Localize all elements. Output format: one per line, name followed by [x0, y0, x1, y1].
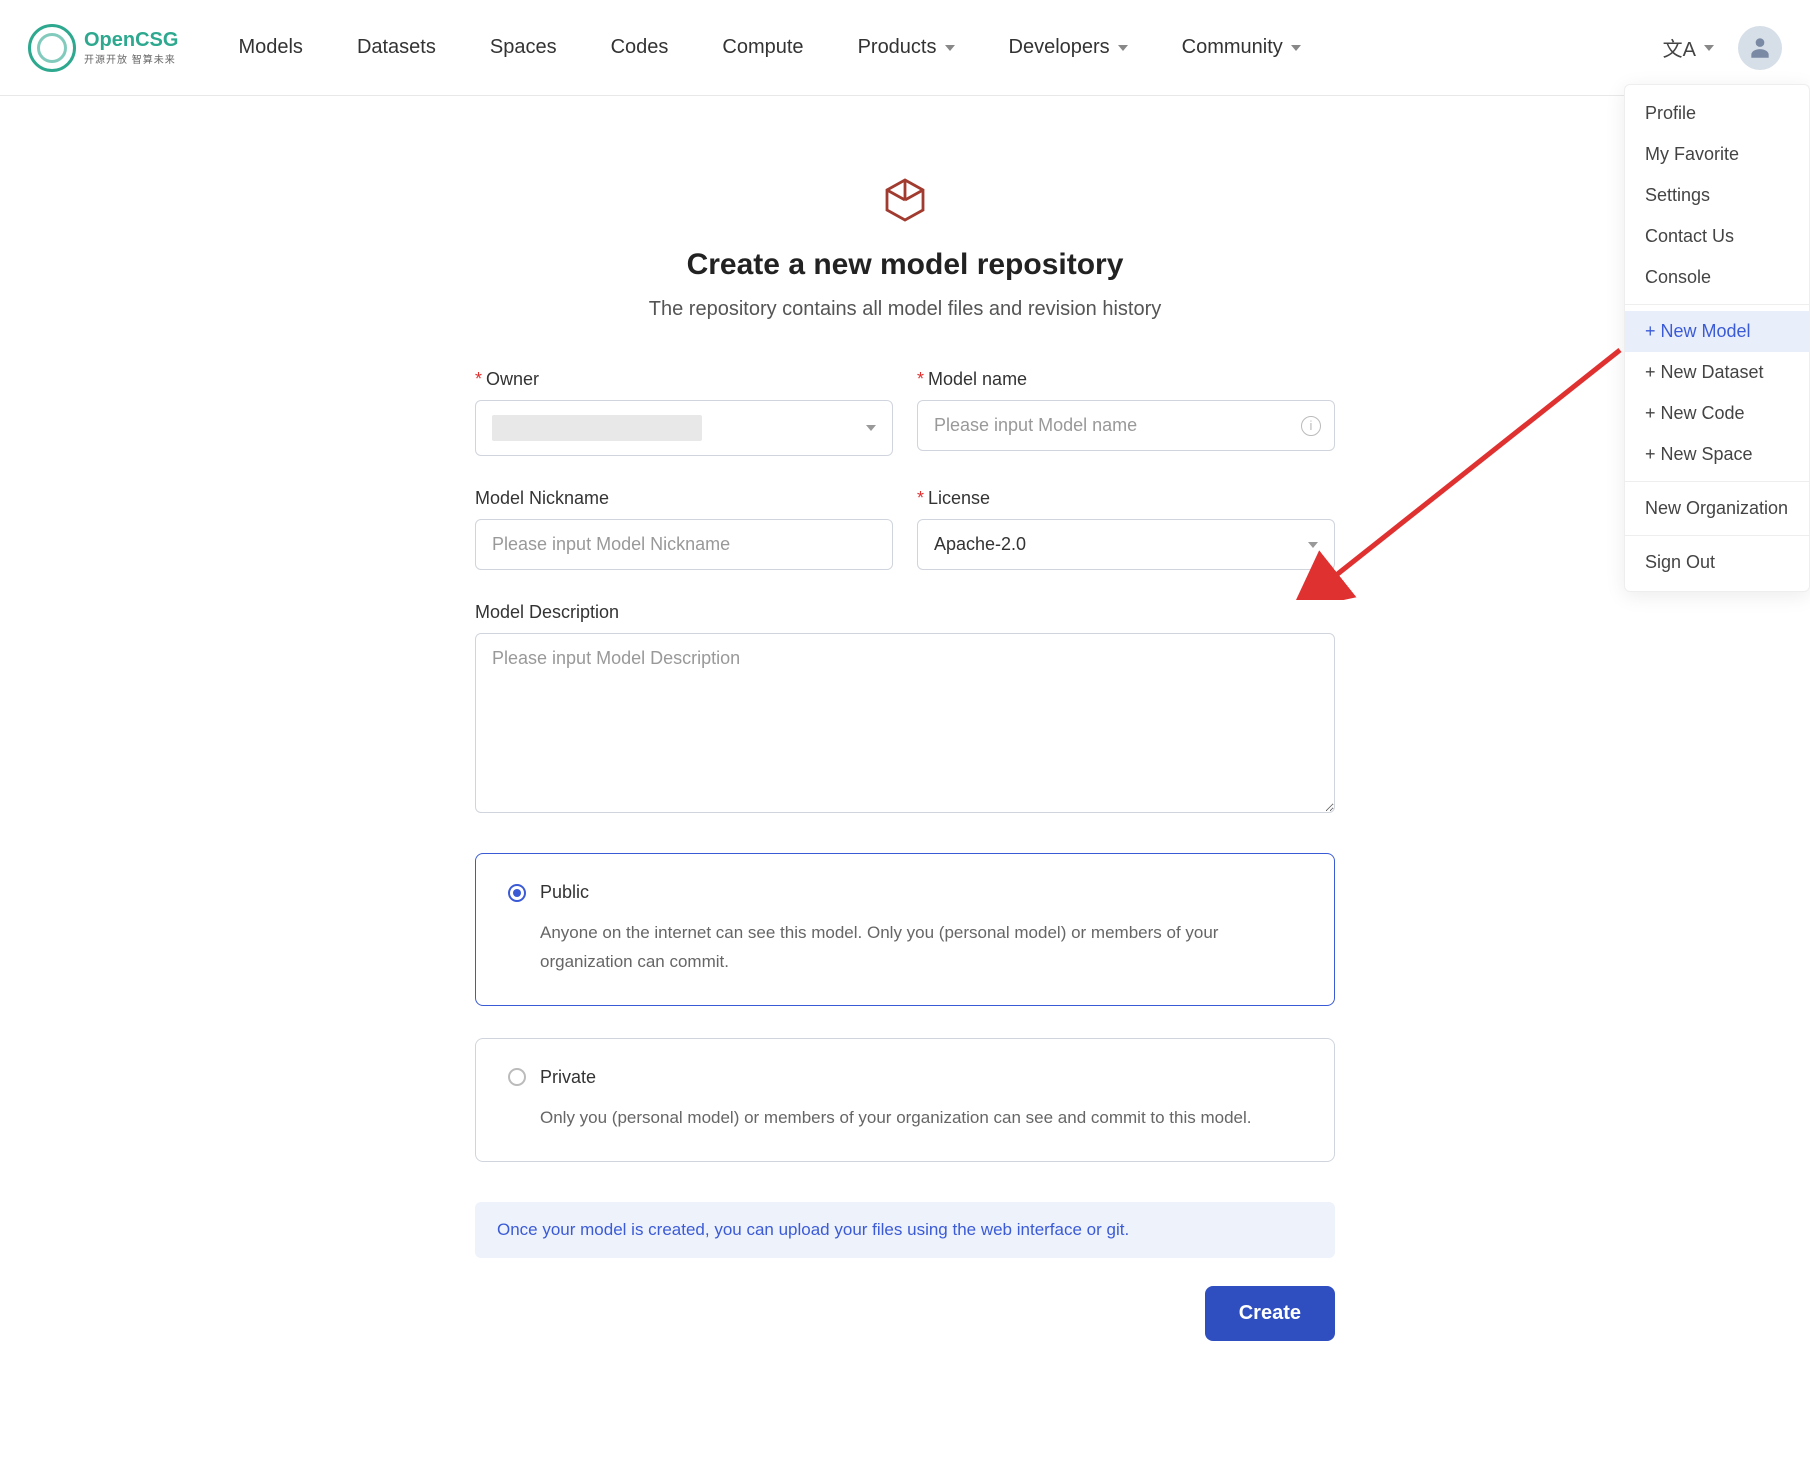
- description-input[interactable]: [475, 633, 1335, 813]
- nav-compute[interactable]: Compute: [722, 36, 803, 59]
- translate-icon: 文A: [1663, 33, 1696, 62]
- public-title: Public: [540, 882, 589, 903]
- chevron-down-icon: [1118, 45, 1128, 51]
- annotation-arrow: [1290, 340, 1630, 600]
- info-icon[interactable]: i: [1301, 416, 1321, 436]
- create-button[interactable]: Create: [1205, 1286, 1335, 1341]
- logo[interactable]: OpenCSG 开源开放 智算未来: [28, 24, 178, 72]
- model-name-input[interactable]: [917, 400, 1335, 451]
- avatar[interactable]: [1738, 26, 1782, 70]
- model-name-label: Model name: [928, 369, 1027, 389]
- public-desc: Anyone on the internet can see this mode…: [540, 919, 1302, 977]
- chevron-down-icon: [945, 45, 955, 51]
- brand-name: OpenCSG: [84, 29, 178, 51]
- dd-settings[interactable]: Settings: [1625, 175, 1809, 216]
- top-nav: Models Datasets Spaces Codes Compute Pro…: [238, 36, 1662, 59]
- header: OpenCSG 开源开放 智算未来 Models Datasets Spaces…: [0, 0, 1810, 96]
- page-subtitle: The repository contains all model files …: [475, 298, 1335, 321]
- owner-label: Owner: [486, 369, 539, 389]
- dd-sign-out[interactable]: Sign Out: [1625, 542, 1809, 583]
- license-field: *License Apache-2.0: [917, 488, 1335, 570]
- dd-profile[interactable]: Profile: [1625, 93, 1809, 134]
- dd-new-model[interactable]: + New Model: [1625, 311, 1809, 352]
- chevron-down-icon: [1308, 542, 1318, 548]
- chevron-down-icon: [1704, 45, 1714, 51]
- upload-notice: Once your model is created, you can uplo…: [475, 1202, 1335, 1258]
- description-field: Model Description: [475, 602, 1335, 813]
- brand-tagline: 开源开放 智算未来: [84, 51, 178, 66]
- dd-new-dataset[interactable]: + New Dataset: [1625, 352, 1809, 393]
- chevron-down-icon: [866, 425, 876, 431]
- visibility-public[interactable]: Public Anyone on the internet can see th…: [475, 853, 1335, 1006]
- radio-private[interactable]: [508, 1068, 526, 1086]
- owner-select[interactable]: [475, 400, 893, 456]
- cube-icon: [881, 176, 929, 224]
- nickname-label: Model Nickname: [475, 488, 609, 508]
- owner-value: [492, 415, 702, 441]
- header-right: 文A: [1663, 26, 1782, 70]
- radio-public[interactable]: [508, 884, 526, 902]
- divider: [1625, 535, 1809, 536]
- dd-new-organization[interactable]: New Organization: [1625, 488, 1809, 529]
- nav-codes[interactable]: Codes: [611, 36, 669, 59]
- nickname-field: Model Nickname: [475, 488, 893, 570]
- nav-datasets[interactable]: Datasets: [357, 36, 436, 59]
- dd-my-favorite[interactable]: My Favorite: [1625, 134, 1809, 175]
- nav-spaces[interactable]: Spaces: [490, 36, 557, 59]
- license-select[interactable]: Apache-2.0: [917, 519, 1335, 570]
- logo-mark-icon: [28, 24, 76, 72]
- description-label: Model Description: [475, 602, 619, 622]
- owner-field: *Owner: [475, 369, 893, 456]
- nav-models[interactable]: Models: [238, 36, 302, 59]
- license-value: Apache-2.0: [934, 534, 1026, 555]
- license-label: License: [928, 488, 990, 508]
- divider: [1625, 481, 1809, 482]
- page-title: Create a new model repository: [475, 248, 1335, 282]
- model-name-field: *Model name i: [917, 369, 1335, 456]
- nickname-input[interactable]: [475, 519, 893, 570]
- dd-new-code[interactable]: + New Code: [1625, 393, 1809, 434]
- user-icon: [1747, 35, 1773, 61]
- private-desc: Only you (personal model) or members of …: [540, 1104, 1302, 1133]
- user-dropdown: Profile My Favorite Settings Contact Us …: [1624, 84, 1810, 592]
- private-title: Private: [540, 1067, 596, 1088]
- nav-developers[interactable]: Developers: [1009, 36, 1128, 59]
- language-switch[interactable]: 文A: [1663, 33, 1714, 62]
- page-icon: [475, 176, 1335, 224]
- dd-new-space[interactable]: + New Space: [1625, 434, 1809, 475]
- dd-console[interactable]: Console: [1625, 257, 1809, 298]
- nav-community[interactable]: Community: [1182, 36, 1301, 59]
- dd-contact-us[interactable]: Contact Us: [1625, 216, 1809, 257]
- create-model-form: Create a new model repository The reposi…: [475, 176, 1335, 1341]
- chevron-down-icon: [1291, 45, 1301, 51]
- nav-products[interactable]: Products: [858, 36, 955, 59]
- visibility-private[interactable]: Private Only you (personal model) or mem…: [475, 1038, 1335, 1162]
- divider: [1625, 304, 1809, 305]
